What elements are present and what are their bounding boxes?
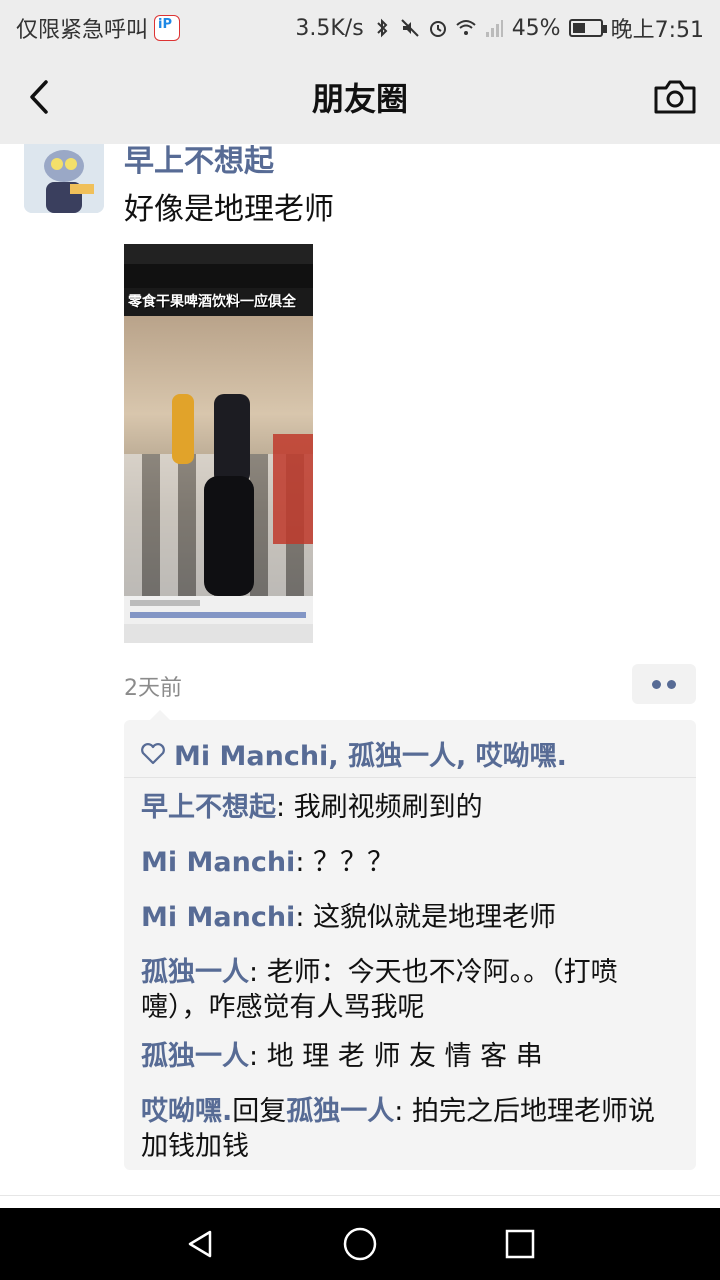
comment-author[interactable]: Mi Manchi: [141, 902, 295, 933]
bluetooth-icon: [376, 18, 388, 38]
more-dots-icon: [652, 680, 661, 689]
battery-fill: [572, 23, 585, 33]
post-author[interactable]: 早上不想起: [124, 136, 274, 180]
comment-author[interactable]: Mi Manchi: [141, 847, 295, 878]
reply-target[interactable]: 孤独一人: [286, 1096, 394, 1127]
avatar-image: [24, 144, 104, 213]
emergency-call-text: 仅限紧急呼叫: [16, 18, 149, 43]
nav-home-icon[interactable]: [342, 1226, 378, 1262]
post-time: 2天前: [124, 676, 182, 701]
battery-percent: 45%: [511, 15, 561, 41]
more-button[interactable]: [632, 664, 696, 704]
comment-item[interactable]: 孤独一人: 老师：今天也不冷阿。。（打喷嚏），咋感觉有人骂我呢: [141, 955, 681, 1025]
comment-author[interactable]: 哎呦嘿.: [141, 1096, 232, 1127]
wifi-icon: [456, 20, 476, 35]
comment-separator: :: [249, 1041, 267, 1072]
comment-separator: :: [394, 1096, 412, 1127]
likes-row: Mi Manchi, 孤独一人, 哎呦嘿.: [140, 734, 567, 773]
interaction-panel: Mi Manchi, 孤独一人, 哎呦嘿. 早上不想起: 我刷视频刷到的 Mi …: [124, 710, 696, 1170]
thumbnail-shelf: [273, 434, 313, 544]
thumbnail-status-strip: [124, 244, 313, 264]
likes-names[interactable]: Mi Manchi, 孤独一人, 哎呦嘿.: [174, 734, 567, 773]
alarm-icon: [429, 21, 446, 37]
comment-item[interactable]: Mi Manchi: ？？？: [141, 845, 681, 880]
comment-separator: :: [276, 792, 294, 823]
comment-author[interactable]: 早上不想起: [141, 792, 276, 823]
heart-icon: [141, 742, 165, 764]
comment-text: 我刷视频刷到的: [293, 792, 483, 823]
reply-word: 回复: [232, 1096, 287, 1127]
app-notification-icon: [154, 15, 181, 41]
network-speed: 3.5K/s: [295, 15, 364, 41]
clock: 晚上7:51: [610, 18, 704, 43]
divider: [0, 1195, 720, 1196]
nav-recents-icon[interactable]: [504, 1228, 536, 1260]
status-bar: 仅限紧急呼叫 3.5K/s 45% 晚上7:51: [0, 0, 720, 50]
post-text: 好像是地理老师: [124, 192, 334, 227]
comment-text: 这貌似就是地理老师: [313, 902, 557, 933]
battery-icon: [568, 19, 607, 37]
more-dots-icon: [667, 680, 676, 689]
thumbnail-caption-area: [124, 596, 313, 643]
thumbnail-nav-strip: [124, 624, 313, 643]
comment-item[interactable]: 孤独一人: 地 理 老 师 友 情 客 串: [141, 1039, 681, 1074]
thumbnail-caption-line: [130, 600, 200, 606]
thumbnail-person: [204, 476, 254, 596]
comment-author[interactable]: 孤独一人: [141, 957, 249, 988]
status-left: 仅限紧急呼叫: [16, 12, 181, 44]
comment-text: 地 理 老 师 友 情 客 串: [266, 1041, 543, 1072]
camera-icon[interactable]: [652, 76, 698, 118]
signal-icon: [485, 20, 503, 37]
comment-item[interactable]: Mi Manchi: 这貌似就是地理老师: [141, 900, 681, 935]
comment-text: ？？？: [313, 847, 395, 878]
page-title: 朋友圈: [311, 80, 408, 118]
thumbnail-person: [214, 394, 250, 484]
chevron-left-icon[interactable]: [22, 74, 62, 120]
thumbnail-person: [172, 394, 194, 464]
thumbnail-banner: 零食干果啤酒饮料一应俱全: [124, 288, 313, 316]
comment-separator: :: [249, 957, 267, 988]
mute-icon: [400, 19, 419, 37]
header-bar: 朋友圈: [0, 50, 720, 144]
thumbnail-caption-line: [130, 612, 306, 618]
avatar[interactable]: [24, 144, 104, 213]
thumbnail-banner-text: 零食干果啤酒饮料一应俱全: [128, 294, 296, 310]
divider: [124, 777, 696, 778]
system-nav-bar: [0, 1208, 720, 1280]
comment-separator: :: [295, 902, 314, 933]
comment-item[interactable]: 哎呦嘿.回复孤独一人: 拍完之后地理老师说加钱加钱: [141, 1094, 681, 1164]
comment-separator: :: [295, 847, 314, 878]
nav-back-icon[interactable]: [184, 1228, 216, 1260]
comment-item[interactable]: 早上不想起: 我刷视频刷到的: [141, 790, 681, 825]
status-right: 3.5K/s 45% 晚上7:51: [295, 12, 704, 44]
comment-author[interactable]: 孤独一人: [141, 1041, 249, 1072]
post-video-thumbnail[interactable]: 零食干果啤酒饮料一应俱全: [124, 244, 313, 643]
